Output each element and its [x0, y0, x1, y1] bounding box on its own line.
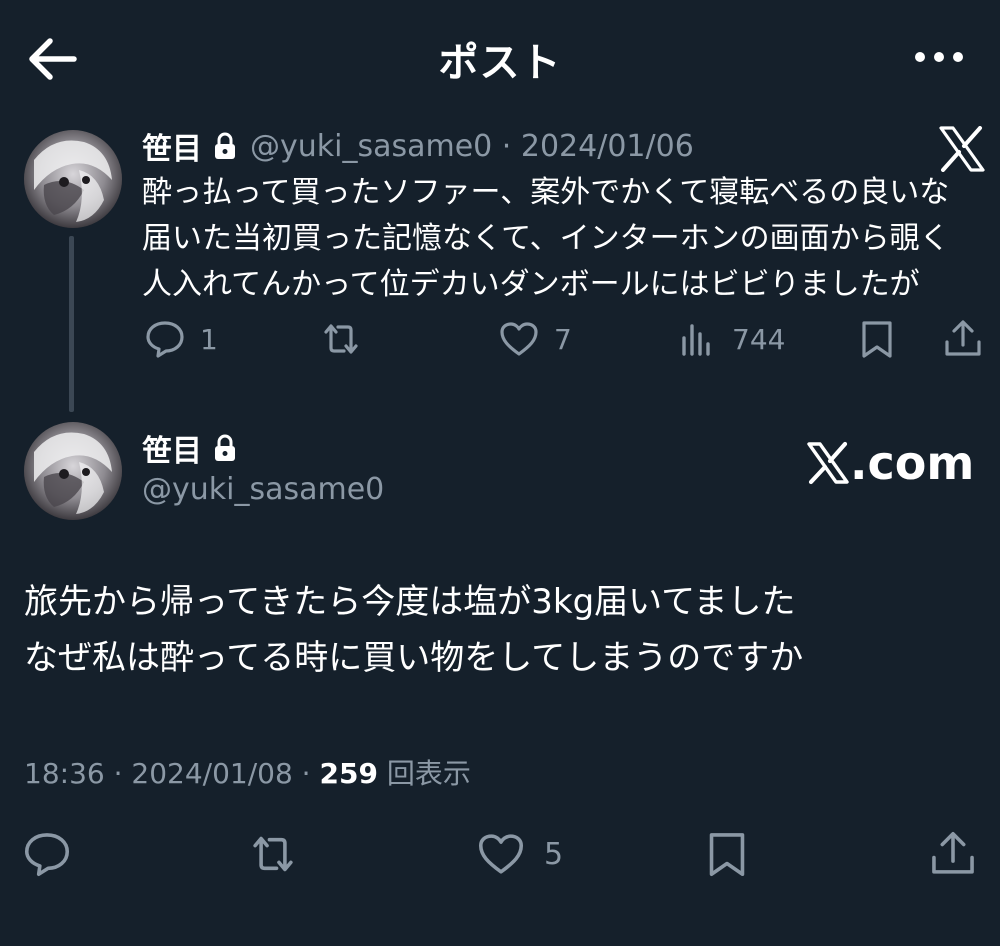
bookmark-button[interactable] [856, 318, 898, 360]
parent-post-text: 酔っ払って買ったソファー、案外でかくて寝転べるの良いな 届いた当初買った記憶なく… [142, 175, 950, 302]
page-title: ポスト [438, 40, 562, 86]
reply-count: 1 [200, 322, 218, 356]
repost-icon [324, 324, 358, 354]
author-name[interactable]: 笹目 [142, 426, 202, 470]
heart-icon [500, 322, 538, 356]
x-com-watermark: .com [806, 436, 974, 490]
like-button[interactable]: 7 [498, 318, 572, 360]
avatar[interactable] [24, 130, 122, 228]
reply-icon [146, 321, 184, 358]
more-horizontal-icon [915, 52, 963, 62]
like-count: 7 [554, 322, 572, 356]
post-time-date: 18:36 · 2024/01/08 · [24, 757, 320, 790]
author-handle: @yuki_sasame0 [142, 472, 385, 507]
like-count: 5 [544, 836, 564, 872]
repost-button[interactable] [320, 318, 362, 360]
post-meta: 18:36 · 2024/01/08 · 259 回表示 [24, 752, 471, 792]
heart-icon [478, 834, 524, 874]
reply-button[interactable] [22, 829, 72, 879]
avatar-image [24, 422, 122, 520]
bookmark-icon [709, 833, 745, 877]
thread-line [69, 236, 74, 412]
views-button[interactable]: 744 [676, 318, 785, 360]
view-count[interactable]: 259 [319, 757, 377, 790]
avatar[interactable] [24, 422, 122, 520]
parent-post-header: 笹目 @yuki_sasame0 · 2024/01/06 [142, 124, 694, 168]
view-count: 744 [732, 322, 786, 356]
avatar-image [24, 130, 122, 228]
lock-icon [215, 434, 235, 461]
share-button[interactable] [942, 318, 984, 360]
author-handle-date: @yuki_sasame0 · 2024/01/06 [250, 128, 694, 164]
like-button[interactable]: 5 [476, 829, 563, 879]
reply-button[interactable]: 1 [144, 318, 218, 360]
lock-icon [215, 132, 235, 159]
main-post-header: 笹目 [142, 426, 250, 470]
analytics-icon [682, 324, 710, 356]
bookmark-icon [862, 321, 892, 358]
views-label: 回表示 [386, 757, 471, 790]
watermark-text: .com [850, 436, 975, 490]
repost-icon [253, 836, 293, 872]
more-button[interactable] [912, 42, 966, 72]
share-icon [932, 831, 974, 874]
share-icon [945, 320, 981, 356]
x-logo-icon [807, 441, 849, 485]
x-logo-icon [938, 126, 986, 172]
author-name[interactable]: 笹目 [142, 124, 202, 168]
share-button[interactable] [928, 829, 978, 879]
main-post-text: 旅先から帰ってきたら今度は塩が3kg届いてました なぜ私は酔ってる時に買い物をし… [24, 582, 804, 678]
repost-button[interactable] [248, 829, 298, 879]
reply-icon [24, 833, 70, 877]
bookmark-button[interactable] [702, 829, 752, 879]
